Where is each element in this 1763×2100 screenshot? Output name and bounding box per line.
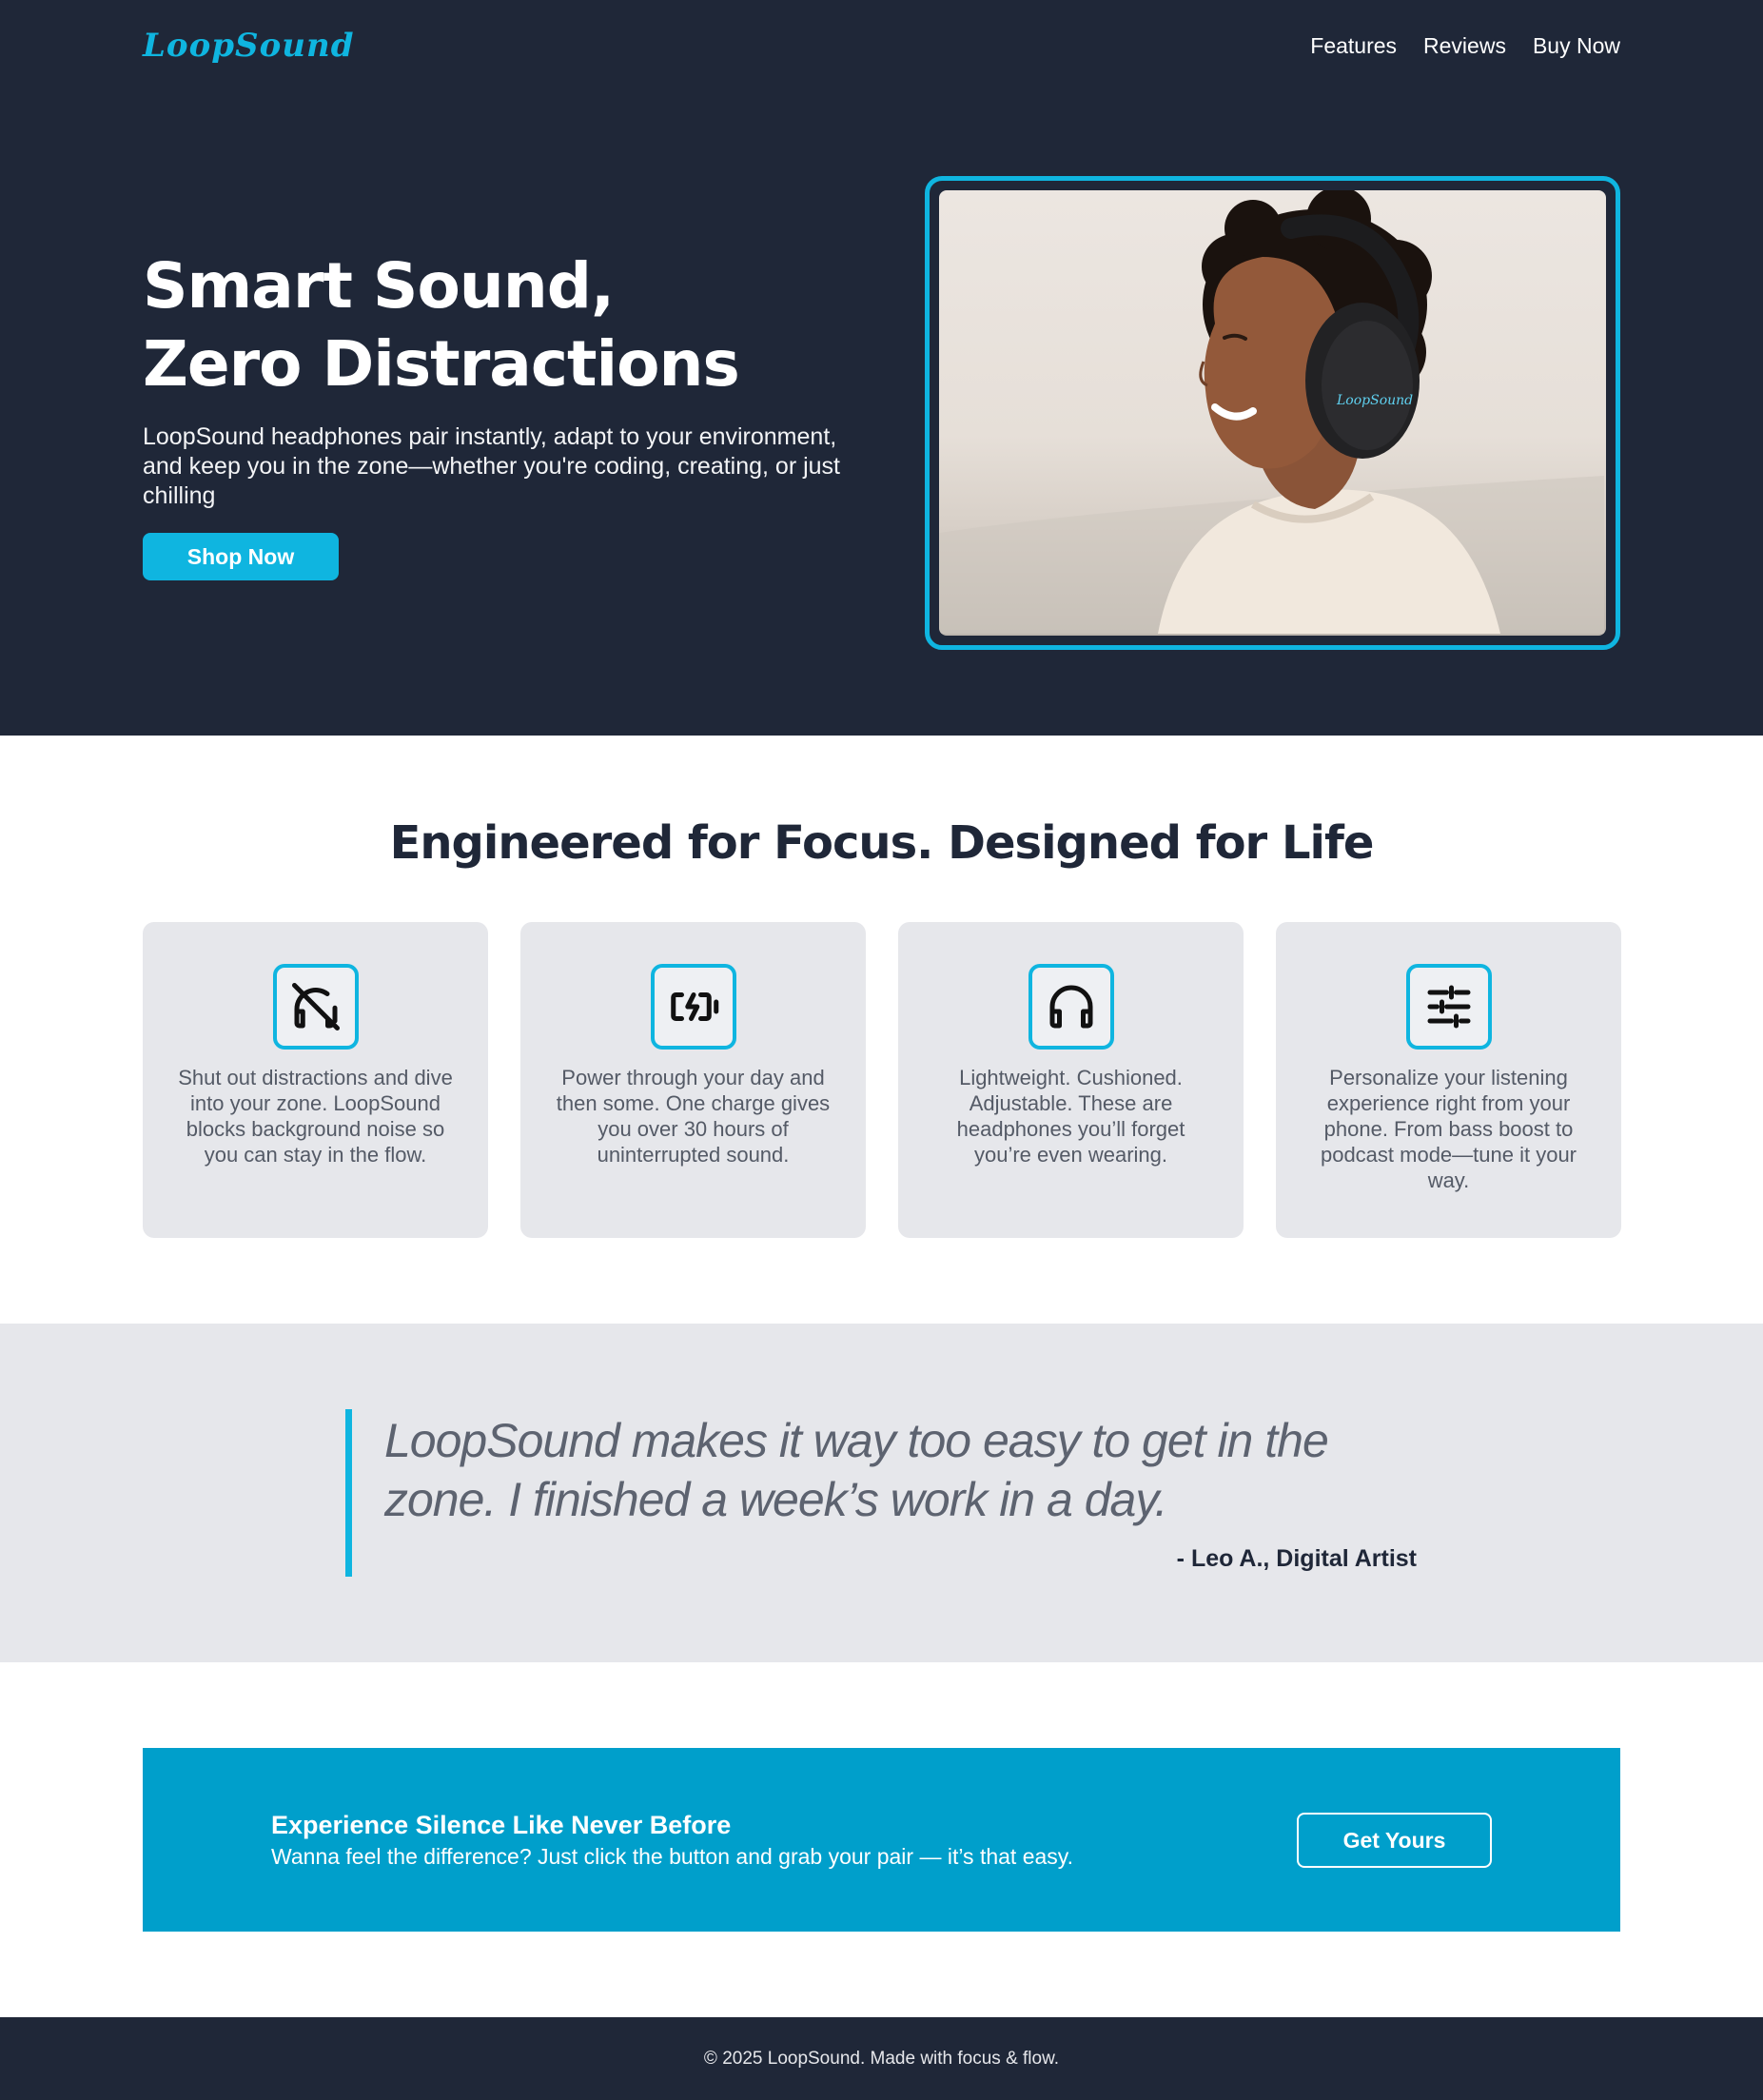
testimonial-author: - Leo A., Digital Artist — [1176, 1545, 1417, 1572]
hero-section: LoopSound Features Reviews Buy Now Smart… — [0, 0, 1763, 736]
features-title: Engineered for Focus. Designed for Life — [389, 816, 1375, 870]
battery-charging-icon — [650, 964, 736, 1050]
shop-now-button[interactable]: Shop Now — [143, 533, 339, 580]
feature-text: Shut out distractions and dive into your… — [178, 1066, 453, 1167]
feature-cards: Shut out distractions and dive into your… — [143, 922, 1621, 1238]
testimonial-quote: LoopSound makes it way too easy to get i… — [384, 1414, 1329, 1526]
woman-with-headphones-illustration: LoopSound — [939, 190, 1604, 634]
nav-link-features[interactable]: Features — [1310, 33, 1397, 59]
feature-card: Shut out distractions and dive into your… — [143, 922, 488, 1238]
hero-text: Smart Sound, Zero Distractions LoopSound… — [143, 247, 885, 580]
feature-card: Power through your day and then some. On… — [520, 922, 866, 1238]
hero-title: Smart Sound, Zero Distractions — [143, 247, 885, 403]
feature-card: Lightweight. Cushioned. Adjustable. Thes… — [898, 922, 1244, 1238]
nav-links: Features Reviews Buy Now — [1310, 33, 1620, 59]
nav-link-buy-now[interactable]: Buy Now — [1533, 33, 1620, 59]
nav-link-reviews[interactable]: Reviews — [1423, 33, 1506, 59]
feature-text: Lightweight. Cushioned. Adjustable. Thes… — [956, 1066, 1185, 1167]
testimonial-section: LoopSound makes it way too easy to get i… — [0, 1324, 1763, 1662]
headphone-logo-text: LoopSound — [1336, 393, 1413, 408]
quote-accent-bar — [345, 1409, 352, 1577]
headphones-off-icon — [272, 964, 359, 1050]
feature-text: Personalize your listening experience ri… — [1320, 1066, 1577, 1192]
cta-banner: Experience Silence Like Never Before Wan… — [143, 1748, 1620, 1932]
brand-logo[interactable]: LoopSound — [143, 27, 354, 65]
headphones-icon — [1028, 964, 1114, 1050]
feature-text: Power through your day and then some. On… — [556, 1066, 831, 1167]
footer-text: © 2025 LoopSound. Made with focus & flow… — [703, 2048, 1060, 2069]
hero-photo: LoopSound — [939, 190, 1606, 636]
hero-subtitle: LoopSound headphones pair instantly, ada… — [143, 423, 840, 509]
cta-title: Experience Silence Like Never Before — [271, 1811, 732, 1839]
footer: © 2025 LoopSound. Made with focus & flow… — [0, 2017, 1763, 2100]
cta-subtitle: Wanna feel the difference? Just click th… — [271, 1844, 1073, 1869]
sliders-icon — [1405, 964, 1492, 1050]
hero-image-frame: LoopSound — [925, 176, 1620, 650]
top-nav: LoopSound Features Reviews Buy Now — [143, 0, 1620, 91]
hero-title-line-1: Smart Sound, — [143, 249, 615, 323]
get-yours-button[interactable]: Get Yours — [1297, 1813, 1492, 1868]
hero-title-line-2: Zero Distractions — [143, 327, 740, 401]
feature-card: Personalize your listening experience ri… — [1276, 922, 1621, 1238]
